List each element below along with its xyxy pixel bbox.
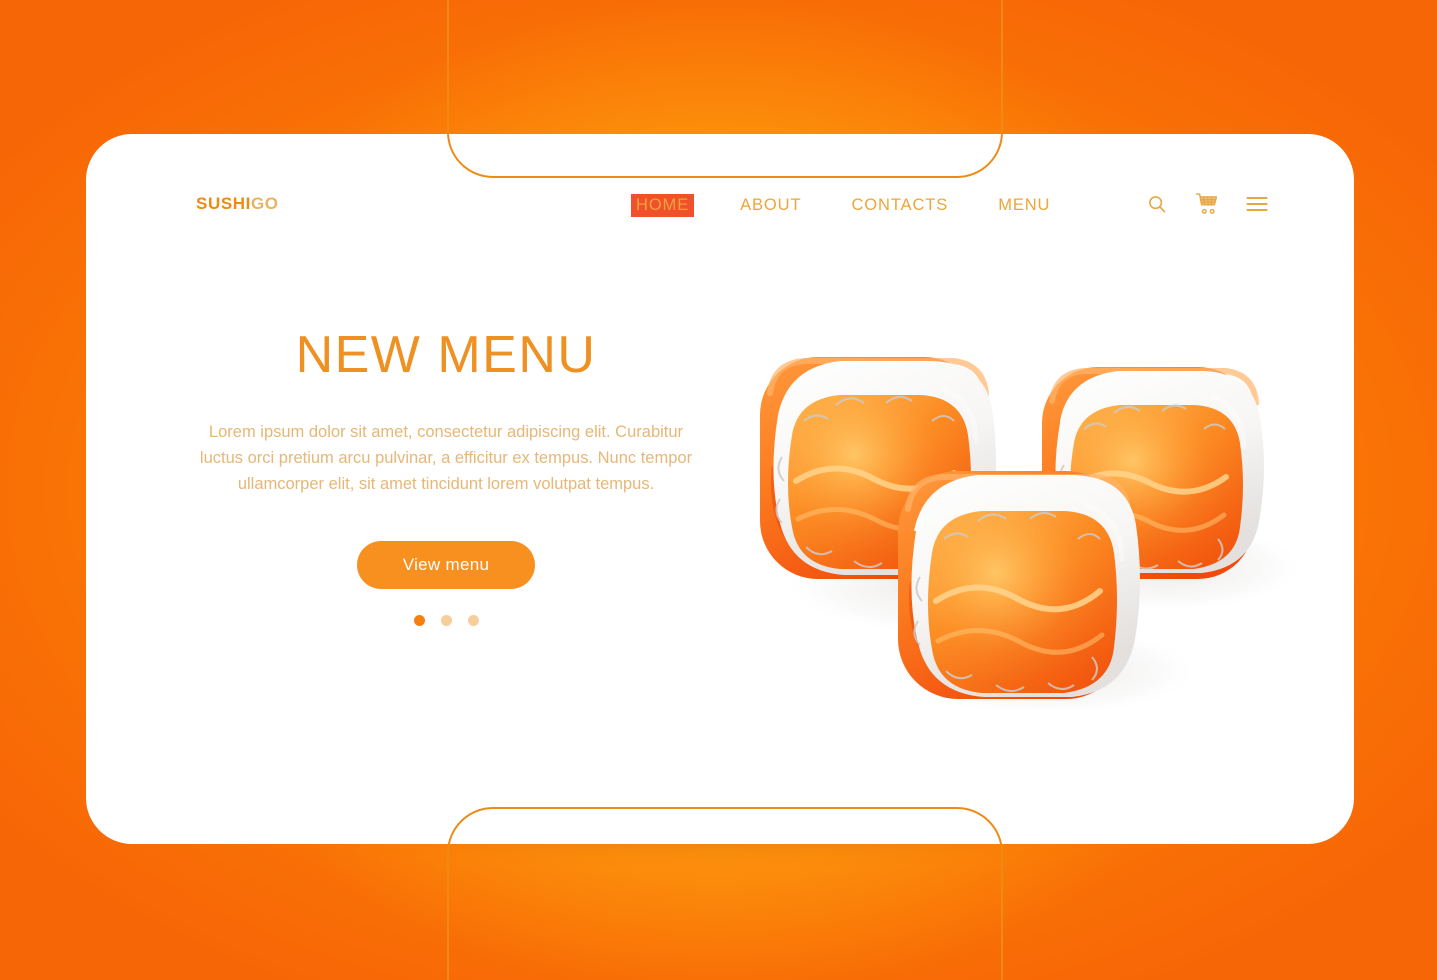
search-icon[interactable] — [1146, 193, 1168, 215]
hamburger-menu-icon[interactable] — [1246, 195, 1268, 213]
hero-text-column: NEW MENU Lorem ipsum dolor sit amet, con… — [176, 326, 716, 627]
nav-item-contacts[interactable]: CONTACTS — [847, 194, 952, 217]
carousel-dot-2[interactable] — [440, 615, 452, 627]
hero-card: SUSHIGO HOME ABOUT CONTACTS MENU NEW MEN… — [86, 134, 1354, 844]
nav-item-menu[interactable]: MENU — [994, 194, 1054, 217]
site-header: SUSHIGO HOME ABOUT CONTACTS MENU — [86, 134, 1354, 284]
cart-icon[interactable] — [1195, 192, 1219, 216]
hero-paragraph: Lorem ipsum dolor sit amet, consectetur … — [199, 423, 693, 494]
header-icon-group — [1146, 192, 1268, 216]
carousel-dots — [176, 615, 716, 627]
brand-logo[interactable]: SUSHIGO — [196, 194, 279, 214]
logo-bold-text: SUSHI — [196, 194, 251, 213]
nav-item-home[interactable]: HOME — [631, 194, 695, 217]
carousel-dot-1[interactable] — [413, 615, 425, 627]
decorative-frame-bottom-inner — [447, 807, 1003, 844]
carousel-dot-3[interactable] — [467, 615, 479, 627]
view-menu-button[interactable]: View menu — [356, 541, 536, 590]
main-navigation: HOME ABOUT CONTACTS MENU — [631, 194, 1054, 217]
sushi-rolls-illustration — [746, 349, 1316, 717]
nav-item-about[interactable]: ABOUT — [736, 194, 805, 217]
logo-light-text: GO — [250, 194, 279, 213]
page-title: NEW MENU — [295, 326, 597, 384]
